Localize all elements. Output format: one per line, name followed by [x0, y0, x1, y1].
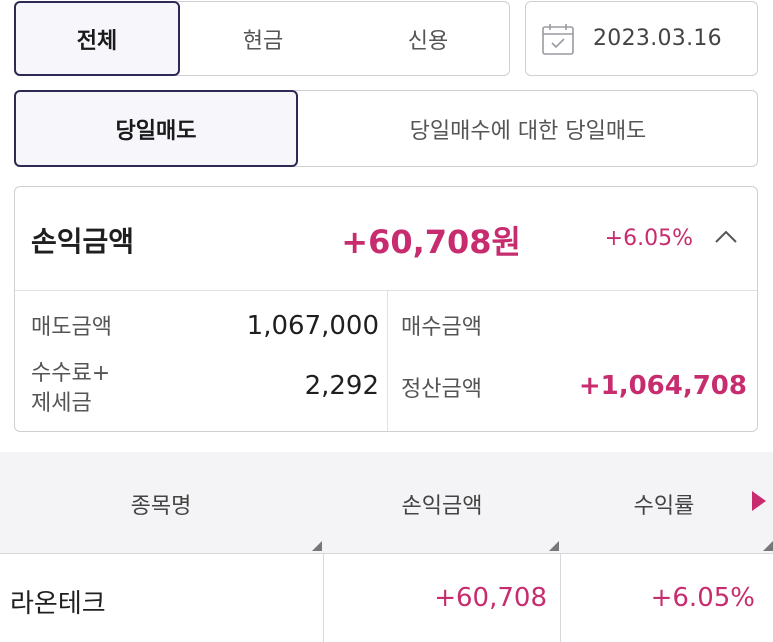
sell-amount-label: 매도금액: [31, 315, 112, 340]
return-rate-cell: +6.05%: [650, 583, 755, 613]
fee-tax-label-line1: 수수료+: [31, 361, 111, 386]
column-header-stock-name[interactable]: 종목명: [100, 488, 222, 520]
chevron-up-icon[interactable]: [713, 227, 739, 247]
tab-all[interactable]: 전체: [14, 1, 180, 76]
calendar-icon: [542, 23, 574, 55]
profit-amount: +60,708원: [341, 223, 521, 261]
table-header: 종목명 손익금액 수익률: [0, 452, 773, 553]
summary-header[interactable]: 손익금액 +60,708원 +6.05%: [15, 187, 757, 291]
column-header-profit[interactable]: 손익금액: [372, 488, 512, 520]
sort-triangle-icon: [549, 541, 559, 551]
summary-title: 손익금액: [31, 225, 135, 258]
column-divider: [560, 553, 561, 642]
sort-triangle-icon: [312, 541, 322, 551]
tab-cash[interactable]: 현금: [180, 2, 346, 75]
sell-amount-value: 1,067,000: [246, 311, 379, 341]
sell-segment-control: 당일매도 당일매수에 대한 당일매도: [14, 90, 758, 167]
fee-tax-value: 2,292: [304, 371, 379, 401]
fee-tax-label-line2: 제세금: [31, 391, 92, 416]
settle-amount-value: +1,064,708: [578, 371, 747, 401]
settle-amount-label: 정산금액: [401, 377, 482, 402]
summary-divider: [387, 291, 388, 431]
profit-cell: +60,708: [434, 583, 547, 613]
scroll-right-arrow-icon[interactable]: [752, 491, 766, 511]
column-header-return-rate[interactable]: 수익률: [600, 488, 728, 520]
date-picker[interactable]: 2023.03.16: [525, 1, 758, 76]
stock-name-cell: 라온테크: [10, 589, 106, 619]
sort-triangle-icon: [763, 541, 773, 551]
profit-rate: +6.05%: [604, 226, 693, 251]
column-divider: [323, 553, 324, 642]
profit-summary-card: 손익금액 +60,708원 +6.05% 매도금액 1,067,000 수수료+…: [14, 186, 758, 432]
date-value: 2023.03.16: [593, 26, 722, 51]
tab-same-day-sell-of-same-day-buy[interactable]: 당일매수에 대한 당일매도: [298, 91, 758, 166]
tab-credit[interactable]: 신용: [345, 2, 511, 75]
buy-amount-label: 매수금액: [401, 315, 482, 340]
tab-same-day-sell[interactable]: 당일매도: [14, 90, 298, 167]
table-divider: [0, 553, 773, 554]
type-segment-control: 전체 현금 신용: [14, 1, 510, 76]
